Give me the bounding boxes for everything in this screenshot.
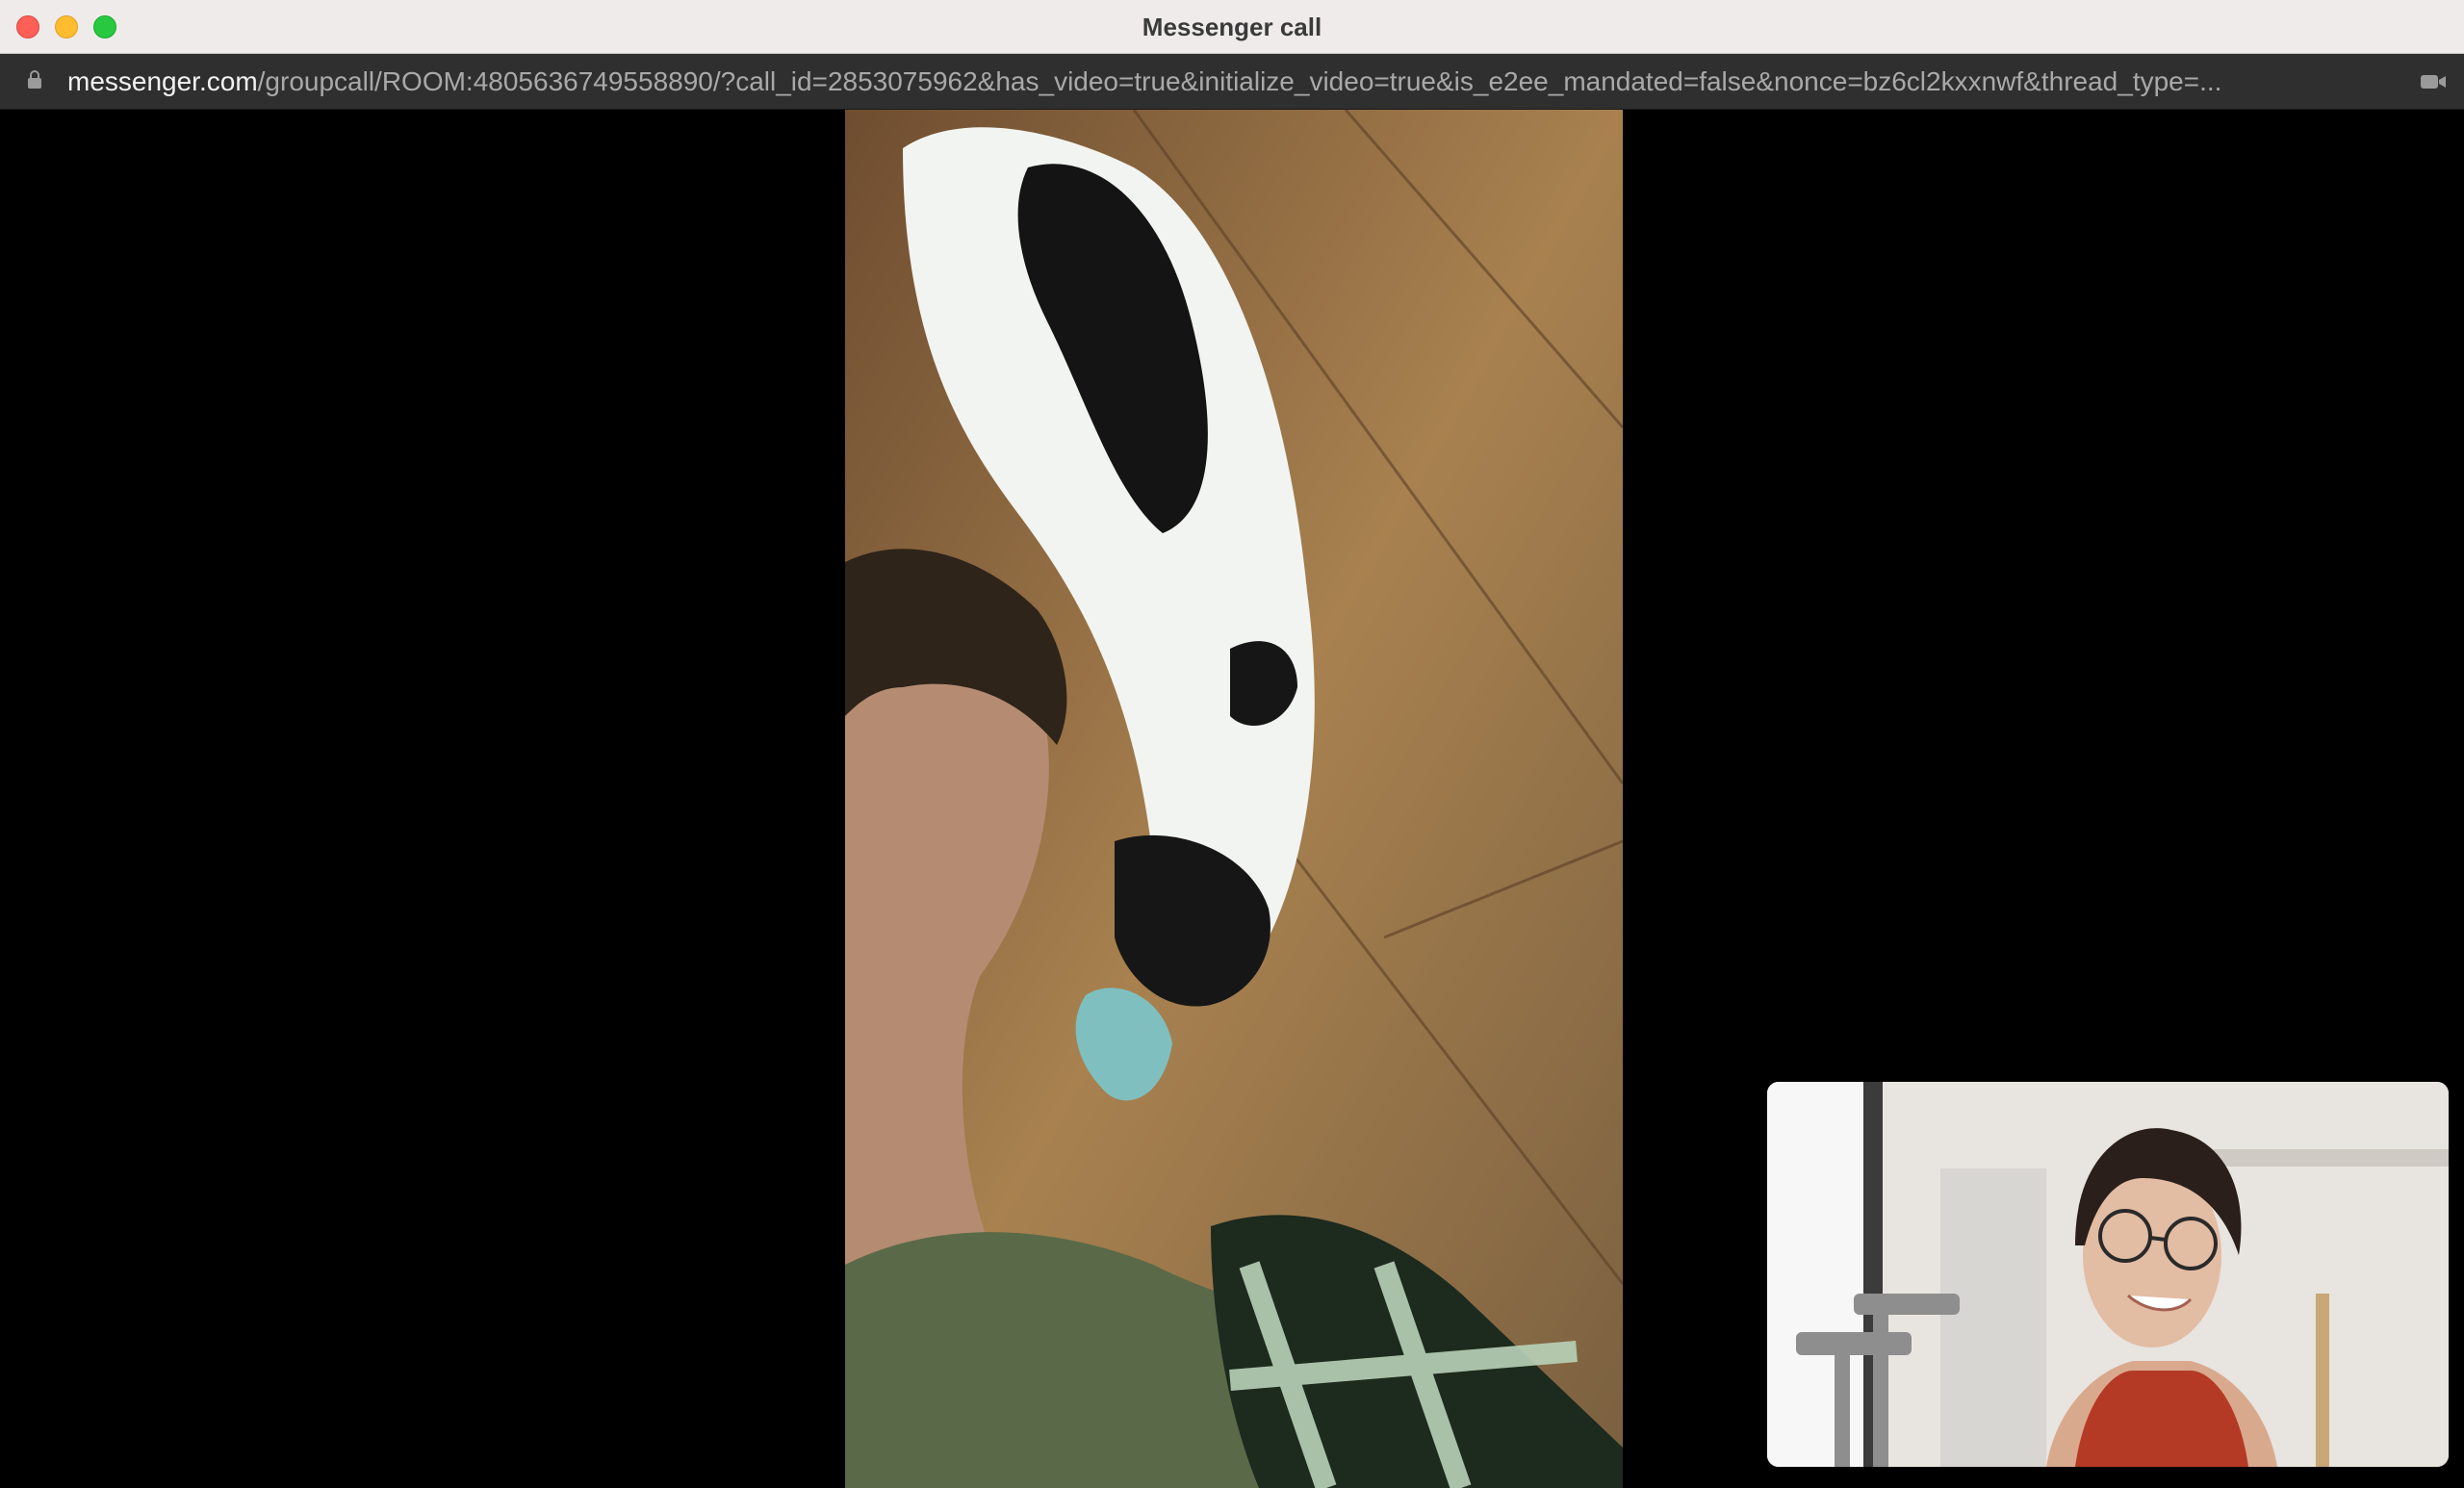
remote-video[interactable] — [845, 110, 1623, 1488]
lock-icon — [28, 70, 41, 89]
remote-video-frame — [845, 110, 1623, 1488]
window-titlebar: Messenger call — [0, 0, 2464, 54]
url-text[interactable]: messenger.com/groupcall/ROOM:48056367495… — [67, 54, 2387, 110]
self-view-video[interactable] — [1767, 1082, 2449, 1467]
self-view-frame — [1767, 1082, 2449, 1467]
window-title: Messenger call — [1142, 13, 1322, 41]
address-bar[interactable]: messenger.com/groupcall/ROOM:48056367495… — [0, 54, 2464, 110]
call-stage — [0, 110, 2464, 1488]
video-camera-icon[interactable] — [2420, 72, 2447, 91]
url-host: messenger.com — [67, 66, 258, 96]
url-path: /groupcall/ROOM:4805636749558890/?call_i… — [257, 66, 2222, 96]
